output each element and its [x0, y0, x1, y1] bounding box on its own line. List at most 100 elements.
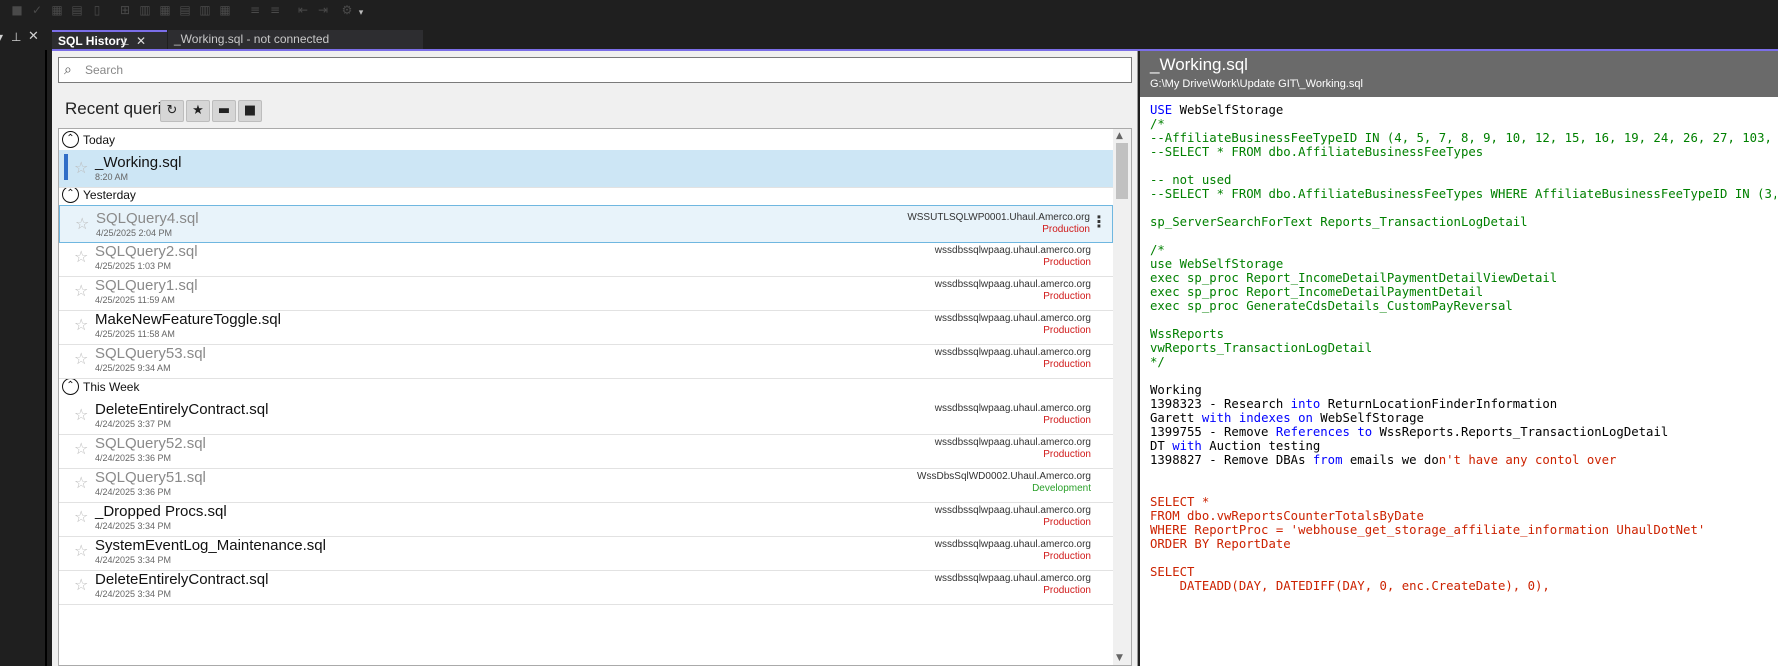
- results-grid-icon[interactable]: ▦: [218, 3, 232, 17]
- history-row[interactable]: ☆ SystemEventLog_Maintenance.sql 4/24/2025…: [59, 533, 1113, 571]
- outdent-icon[interactable]: ⇤: [296, 3, 310, 17]
- star-icon[interactable]: ☆: [74, 507, 88, 526]
- history-row[interactable]: ☆ SQLQuery4.sql 4/25/2025 2:04 PM WSSUTLSQL…: [59, 205, 1113, 243]
- history-row[interactable]: ☆ _Working.sql 8:20 AM: [59, 150, 1113, 188]
- history-row[interactable]: ☆ SQLQuery2.sql 4/25/2025 1:03 PM wssdbssql…: [59, 239, 1113, 277]
- code-token: sp_ServerSearchForText Reports_Transacti…: [1150, 215, 1528, 229]
- code-token: from: [1312, 453, 1343, 467]
- query-preview-panel: _Working.sql G:\My Drive\Work\Update GIT…: [1140, 51, 1778, 666]
- code-line: exec sp_proc GenerateCdsDetails_CustomPa…: [1150, 299, 1776, 313]
- favorites-button[interactable]: ★: [186, 100, 210, 122]
- grid-icon[interactable]: ▦: [50, 3, 64, 17]
- query-date: 4/24/2025 3:36 PM: [95, 453, 172, 463]
- history-row[interactable]: ☆ MakeNewFeatureToggle.sql 4/25/2025 11:58…: [59, 307, 1113, 345]
- code-line: */: [1150, 355, 1776, 369]
- group-today[interactable]: ⌃ Today: [59, 129, 1113, 151]
- check-icon[interactable]: ✓: [30, 3, 44, 17]
- scroll-up-icon[interactable]: ▲: [1116, 131, 1123, 141]
- history-row[interactable]: ☆ _Dropped Procs.sql 4/24/2025 3:34 PM wssd…: [59, 499, 1113, 537]
- text-icon[interactable]: ▤: [70, 3, 84, 17]
- code-token: 1398827 - Remove DBAs: [1150, 453, 1313, 467]
- tab-working-sql[interactable]: _Working.sql - not connected: [168, 30, 423, 50]
- stop-icon[interactable]: ■: [10, 3, 24, 17]
- code-line: exec sp_proc Report_IncomeDetailPaymentD…: [1150, 271, 1776, 285]
- specify-values-icon[interactable]: ⚙: [340, 3, 354, 17]
- history-row[interactable]: ☆ SQLQuery1.sql 4/25/2025 11:59 AM wssdbssq…: [59, 273, 1113, 311]
- chevron-up-icon[interactable]: ⌃: [62, 378, 79, 395]
- results-file-icon[interactable]: ▤: [178, 3, 192, 17]
- code-token: with: [1201, 411, 1232, 425]
- search-input[interactable]: ⌕ Search: [58, 57, 1132, 83]
- left-tool-strip: ▾ ⊥ ✕: [0, 28, 48, 666]
- refresh-button[interactable]: ↻: [160, 100, 184, 122]
- star-icon[interactable]: ☆: [75, 214, 89, 233]
- environment-label: Production: [1043, 359, 1091, 370]
- environment-label: Production: [1043, 257, 1091, 268]
- server-name: wssdbssqlwpaag.uhaul.amerco.org: [934, 505, 1091, 516]
- toolbar-overflow-icon[interactable]: ▾: [354, 6, 368, 20]
- history-row[interactable]: ☆ SQLQuery51.sql 4/24/2025 3:36 PM WssDbsSq…: [59, 465, 1113, 503]
- stats-icon[interactable]: ▥: [138, 3, 152, 17]
- vertical-scrollbar[interactable]: ▲ ▼: [1113, 129, 1131, 665]
- code-line: DATEADD(DAY, DATEDIFF(DAY, 0, enc.Create…: [1150, 579, 1776, 593]
- star-icon[interactable]: ☆: [74, 473, 88, 492]
- environment-label: Production: [1042, 224, 1090, 235]
- scroll-down-icon[interactable]: ▼: [1116, 653, 1123, 663]
- pin-icon[interactable]: ⊥: [11, 30, 21, 44]
- sql-code-preview[interactable]: USE WebSelfStorage/* --AffiliateBusinessF…: [1150, 103, 1776, 663]
- scroll-thumb[interactable]: [1116, 143, 1128, 199]
- code-token: Working: [1150, 383, 1202, 397]
- query-date: 4/24/2025 3:34 PM: [95, 521, 172, 531]
- folder-button[interactable]: ■: [238, 100, 262, 122]
- dropdown-arrow-icon[interactable]: ▾: [0, 30, 3, 44]
- server-name: wssdbssqlwpaag.uhaul.amerco.org: [934, 347, 1091, 358]
- search-placeholder: Search: [85, 63, 124, 77]
- indent-icon[interactable]: ⇥: [316, 3, 330, 17]
- star-icon[interactable]: ☆: [74, 439, 88, 458]
- more-options-icon[interactable]: ⋮: [1091, 212, 1107, 231]
- open-folder-button[interactable]: ▬: [212, 100, 236, 122]
- star-icon[interactable]: ☆: [74, 281, 88, 300]
- selection-indicator: [64, 154, 68, 180]
- star-icon[interactable]: ☆: [74, 315, 88, 334]
- code-line: ORDER BY ReportDate: [1150, 537, 1776, 551]
- preview-title: _Working.sql: [1150, 55, 1248, 74]
- plan-icon[interactable]: ⊞: [118, 3, 132, 17]
- query-date: 4/25/2025 9:34 AM: [95, 363, 171, 373]
- tab-sql-history[interactable]: SQL History ⊥ ✕: [52, 30, 167, 50]
- file-icon[interactable]: ▯: [90, 3, 104, 17]
- code-token: exec sp_proc Report_IncomeDetailPaymentD…: [1150, 285, 1484, 299]
- history-row[interactable]: ☆ DeleteEntirelyContract.sql 4/24/2025 3:3…: [59, 397, 1113, 435]
- star-icon[interactable]: ☆: [74, 158, 88, 177]
- results-text-icon[interactable]: ▥: [198, 3, 212, 17]
- history-row[interactable]: ☆ DeleteEntirelyContract.sql 4/24/2025 3:3…: [59, 567, 1113, 605]
- results-icon[interactable]: ▦: [158, 3, 172, 17]
- code-line: exec sp_proc Report_IncomeDetailPaymentD…: [1150, 285, 1776, 299]
- star-icon[interactable]: ☆: [74, 541, 88, 560]
- code-token: to: [1357, 425, 1373, 439]
- query-file-name: SQLQuery2.sql: [95, 243, 198, 260]
- group-label: Yesterday: [83, 188, 136, 202]
- history-row[interactable]: ☆ SQLQuery52.sql 4/24/2025 3:36 PM wssdbssq…: [59, 431, 1113, 469]
- code-token: */: [1150, 355, 1165, 369]
- comment-icon[interactable]: ≡: [248, 3, 262, 17]
- history-row[interactable]: ☆ SQLQuery53.sql 4/25/2025 9:34 AM wssdbssq…: [59, 341, 1113, 379]
- group-this-week[interactable]: ⌃ This Week: [59, 376, 1113, 398]
- chevron-up-icon[interactable]: ⌃: [62, 186, 79, 203]
- star-icon[interactable]: ☆: [74, 349, 88, 368]
- query-file-name: _Dropped Procs.sql: [95, 503, 227, 520]
- star-icon[interactable]: ☆: [74, 575, 88, 594]
- star-icon[interactable]: ☆: [74, 247, 88, 266]
- uncomment-icon[interactable]: ≡: [268, 3, 282, 17]
- group-label: This Week: [83, 380, 140, 394]
- query-file-name: SystemEventLog_Maintenance.sql: [95, 537, 326, 554]
- star-icon[interactable]: ☆: [74, 405, 88, 424]
- close-icon[interactable]: ✕: [136, 32, 146, 50]
- chevron-up-icon[interactable]: ⌃: [62, 131, 79, 148]
- environment-label: Production: [1043, 291, 1091, 302]
- code-token: ReturnLocationFinderInformation: [1320, 397, 1558, 411]
- tab-working-sql-label: _Working.sql - not connected: [174, 32, 330, 46]
- close-icon[interactable]: ✕: [28, 29, 39, 44]
